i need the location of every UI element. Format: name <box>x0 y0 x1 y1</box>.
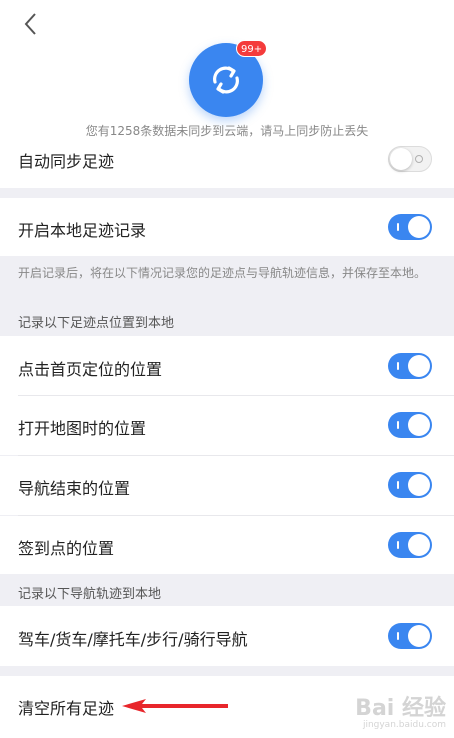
track-row-navigation[interactable]: 驾车/货车/摩托车/步行/骑行导航 <box>0 606 454 666</box>
point-label: 签到点的位置 <box>18 539 115 558</box>
toggle-on-indicator-icon <box>397 421 399 429</box>
points-section-title: 记录以下足迹点位置到本地 <box>18 316 175 331</box>
point-row-checkin[interactable]: 签到点的位置 <box>0 516 454 574</box>
sync-header: 99+ 您有1258条数据未同步到云端，请马上同步防止丢失 <box>0 0 454 140</box>
point-toggle-checkin[interactable] <box>388 532 432 558</box>
watermark-main: Bai 经验 <box>355 696 446 721</box>
toggle-on-indicator-icon <box>397 481 399 489</box>
toggle-on-indicator-icon <box>397 541 399 549</box>
toggle-knob <box>390 148 412 170</box>
point-row-nav-end[interactable]: 导航结束的位置 <box>0 456 454 515</box>
local-record-label: 开启本地足迹记录 <box>18 221 147 240</box>
toggle-on-indicator-icon <box>397 632 399 640</box>
unsynced-notice: 您有1258条数据未同步到云端，请马上同步防止丢失 <box>85 124 369 138</box>
point-toggle-home-locate[interactable] <box>388 353 432 379</box>
point-label: 点击首页定位的位置 <box>18 360 163 379</box>
toggle-on-indicator-icon <box>397 223 399 231</box>
back-chevron-icon[interactable] <box>20 10 42 38</box>
toggle-on-indicator-icon <box>397 362 399 370</box>
toggle-off-indicator-icon <box>415 155 423 163</box>
point-row-home-locate[interactable]: 点击首页定位的位置 <box>0 336 454 396</box>
toggle-knob <box>408 534 430 556</box>
sync-icon <box>213 66 239 94</box>
annotation-arrow-icon <box>122 699 228 713</box>
local-record-row[interactable]: 开启本地足迹记录 <box>0 198 454 256</box>
point-row-open-map[interactable]: 打开地图时的位置 <box>0 396 454 455</box>
auto-sync-toggle[interactable] <box>388 146 432 172</box>
toggle-knob <box>408 474 430 496</box>
clear-all-button[interactable]: 清空所有足迹 <box>18 695 114 719</box>
toggle-knob <box>408 414 430 436</box>
track-toggle-navigation[interactable] <box>388 623 432 649</box>
unsynced-count-badge: 99+ <box>236 40 268 57</box>
track-label: 驾车/货车/摩托车/步行/骑行导航 <box>18 630 248 649</box>
point-label: 导航结束的位置 <box>18 479 131 498</box>
watermark-logo: Bai 经验 jingyan.baidu.com <box>355 690 446 730</box>
auto-sync-row[interactable]: 自动同步足迹 <box>0 140 454 188</box>
point-toggle-nav-end[interactable] <box>388 472 432 498</box>
local-record-toggle[interactable] <box>388 214 432 240</box>
point-label: 打开地图时的位置 <box>18 419 147 438</box>
point-toggle-open-map[interactable] <box>388 412 432 438</box>
toggle-knob <box>408 625 430 647</box>
auto-sync-label: 自动同步足迹 <box>18 152 115 171</box>
toggle-knob <box>408 355 430 377</box>
tracks-section-title: 记录以下导航轨迹到本地 <box>18 587 162 602</box>
watermark-sub: jingyan.baidu.com <box>362 720 446 730</box>
toggle-knob <box>408 216 430 238</box>
local-record-caption: 开启记录后，将在以下情况记录您的足迹点与导航轨迹信息，并保存至本地。 <box>18 266 427 280</box>
